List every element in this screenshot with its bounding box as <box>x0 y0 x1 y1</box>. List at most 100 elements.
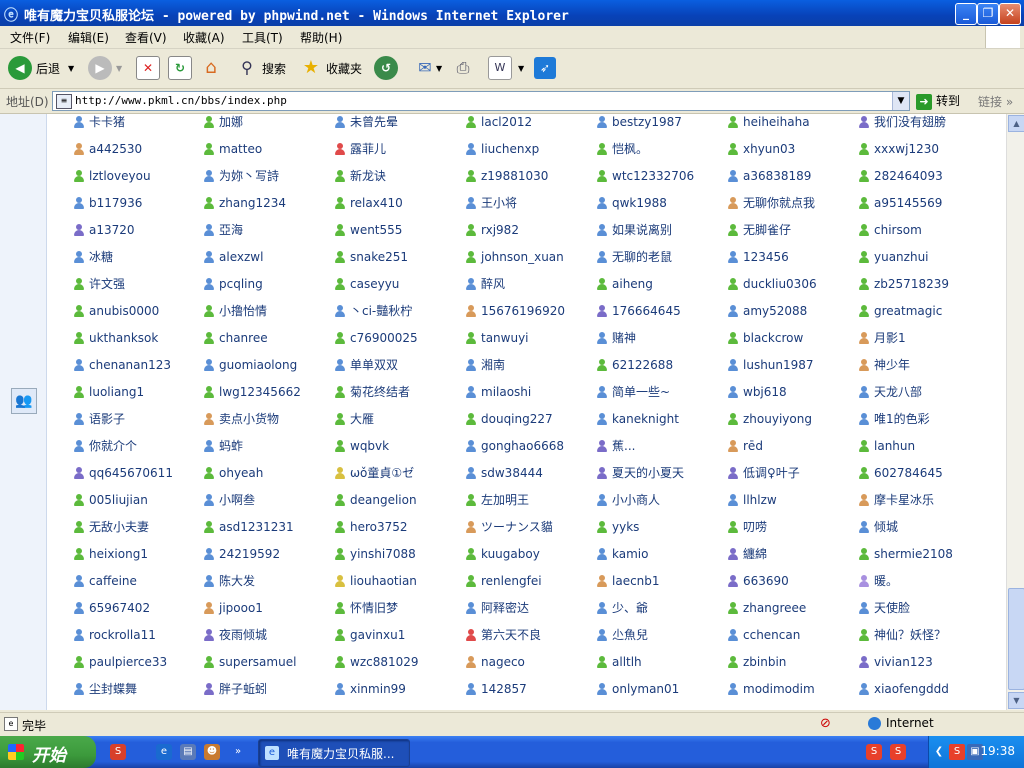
menu-edit[interactable]: 编辑(E) <box>68 29 109 46</box>
online-user[interactable]: wtc12332706 <box>597 162 694 189</box>
online-user[interactable]: rēd <box>728 432 763 459</box>
user-name[interactable]: 小啊叁 <box>219 491 255 508</box>
user-name[interactable]: wbj618 <box>743 385 787 399</box>
online-user[interactable]: chanree <box>204 324 268 351</box>
user-name[interactable]: 湘南 <box>481 356 505 373</box>
user-name[interactable]: 左加明王 <box>481 491 529 508</box>
user-name[interactable]: zb25718239 <box>874 277 949 291</box>
user-name[interactable]: 15676196920 <box>481 304 565 318</box>
online-user[interactable]: caffeine <box>74 567 137 594</box>
user-name[interactable]: 神仙？妖怪？ <box>874 626 946 643</box>
user-name[interactable]: greatmagic <box>874 304 942 318</box>
go-button[interactable]: ➜ 转到 <box>916 92 960 110</box>
online-user[interactable]: douqing227 <box>466 405 553 432</box>
user-name[interactable]: kuugaboy <box>481 547 540 561</box>
online-user[interactable]: 无敌小夫妻 <box>74 513 149 540</box>
home-button[interactable]: ⌂ <box>200 53 222 83</box>
online-user[interactable]: zb25718239 <box>859 270 949 297</box>
user-name[interactable]: 夏天的小夏天 <box>612 464 684 481</box>
online-user[interactable]: 123456 <box>728 243 789 270</box>
online-user[interactable]: aiheng <box>597 270 653 297</box>
online-user[interactable]: wbj618 <box>728 378 787 405</box>
online-user[interactable]: 尐魚兒 <box>597 621 648 648</box>
online-user[interactable]: 菊花终结者 <box>335 378 410 405</box>
user-name[interactable]: deangelion <box>350 493 417 507</box>
user-name[interactable]: 月影1 <box>874 329 906 346</box>
online-user[interactable]: c76900025 <box>335 324 418 351</box>
user-name[interactable]: llhlzw <box>743 493 777 507</box>
online-user[interactable]: a13720 <box>74 216 135 243</box>
online-user[interactable]: 少、爺 <box>597 594 648 621</box>
online-user[interactable]: lztloveyou <box>74 162 151 189</box>
user-name[interactable]: matteo <box>219 142 262 156</box>
user-name[interactable]: douqing227 <box>481 412 553 426</box>
online-user[interactable]: 倾城 <box>859 513 898 540</box>
online-user[interactable]: 天龙八部 <box>859 378 922 405</box>
online-user[interactable]: ukthanksok <box>74 324 158 351</box>
user-name[interactable]: 无聊的老鼠 <box>612 248 672 265</box>
user-name[interactable]: johnson_xuan <box>481 250 564 264</box>
online-user[interactable]: ohyeah <box>204 459 263 486</box>
close-button[interactable]: ✕ <box>999 3 1021 25</box>
user-name[interactable]: shermie2108 <box>874 547 953 561</box>
user-name[interactable]: lztloveyou <box>89 169 151 183</box>
online-user[interactable]: greatmagic <box>859 297 942 324</box>
online-user[interactable]: 602784645 <box>859 459 943 486</box>
online-user[interactable]: vivian123 <box>859 648 933 675</box>
user-name[interactable]: gavinxu1 <box>350 628 405 642</box>
user-name[interactable]: c76900025 <box>350 331 418 345</box>
start-button[interactable]: 开始 <box>0 736 96 768</box>
online-user[interactable]: 湘南 <box>466 351 505 378</box>
user-name[interactable]: vivian123 <box>874 655 933 669</box>
user-name[interactable]: 菊花终结者 <box>350 383 410 400</box>
user-name[interactable]: 醉风 <box>481 275 505 292</box>
tray-s-icon[interactable]: S <box>949 744 965 760</box>
user-name[interactable]: cchencan <box>743 628 800 642</box>
user-name[interactable]: hero3752 <box>350 520 408 534</box>
user-name[interactable]: 天龙八部 <box>874 383 922 400</box>
online-user[interactable]: 142857 <box>466 675 527 702</box>
user-name[interactable]: supersamuel <box>219 655 296 669</box>
online-user[interactable]: guomiaolong <box>204 351 297 378</box>
user-name[interactable]: 小撸怡情 <box>219 302 267 319</box>
user-name[interactable]: aiheng <box>612 277 653 291</box>
online-user[interactable]: 282464093 <box>859 162 943 189</box>
online-user[interactable]: 如果说离别 <box>597 216 672 243</box>
online-user[interactable]: 你就介个 <box>74 432 137 459</box>
user-name[interactable]: wqbvk <box>350 439 389 453</box>
online-user[interactable]: laecnb1 <box>597 567 660 594</box>
online-user[interactable]: 单单双双 <box>335 351 398 378</box>
online-user[interactable]: pcqling <box>204 270 263 297</box>
online-user[interactable]: relax410 <box>335 189 403 216</box>
user-name[interactable]: modimodim <box>743 682 815 696</box>
online-user[interactable]: 62122688 <box>597 351 673 378</box>
quicklaunch-game-icon[interactable]: ☻ <box>204 744 220 760</box>
user-name[interactable]: rēd <box>743 439 763 453</box>
stop-button[interactable]: ✕ <box>136 53 160 83</box>
user-name[interactable]: 无敌小夫妻 <box>89 518 149 535</box>
user-name[interactable]: 142857 <box>481 682 527 696</box>
user-name[interactable]: 天使脸 <box>874 599 910 616</box>
user-name[interactable]: a442530 <box>89 142 142 156</box>
online-user[interactable]: a36838189 <box>728 162 811 189</box>
online-user[interactable]: 蚂蚱 <box>204 432 243 459</box>
online-user[interactable]: went555 <box>335 216 402 243</box>
online-user[interactable]: zhouyiyong <box>728 405 812 432</box>
online-user[interactable]: wqbvk <box>335 432 389 459</box>
user-name[interactable]: rxj982 <box>481 223 519 237</box>
online-user[interactable]: 唯1的色彩 <box>859 405 930 432</box>
online-user[interactable]: 尘封蝶舞 <box>74 675 137 702</box>
online-user[interactable]: 小啊叁 <box>204 486 255 513</box>
vertical-scrollbar[interactable]: ▲ ▼ <box>1006 114 1024 710</box>
user-name[interactable]: 无聊你就点我 <box>743 194 815 211</box>
online-user[interactable]: a95145569 <box>859 189 942 216</box>
back-dropdown-icon[interactable]: ▼ <box>68 64 74 73</box>
online-user[interactable]: sdw38444 <box>466 459 543 486</box>
online-user[interactable]: 15676196920 <box>466 297 565 324</box>
user-name[interactable]: pcqling <box>219 277 263 291</box>
user-name[interactable]: 陈大发 <box>219 572 255 589</box>
user-name[interactable]: b117936 <box>89 196 142 210</box>
online-user[interactable]: lushun1987 <box>728 351 814 378</box>
online-user[interactable]: 亞海 <box>204 216 243 243</box>
user-name[interactable]: 露菲儿 <box>350 140 386 157</box>
